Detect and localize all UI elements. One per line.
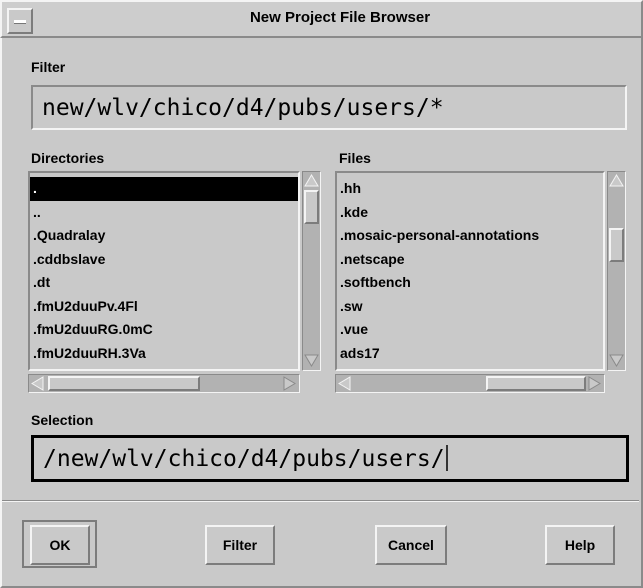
files-vscroll-thumb[interactable] [609, 228, 624, 262]
directories-label: Directories [31, 150, 105, 166]
list-item[interactable]: .netscape [337, 248, 603, 272]
text-cursor [445, 445, 448, 471]
directories-vscroll-thumb[interactable] [304, 190, 319, 224]
arrow-up-icon[interactable] [609, 173, 624, 188]
directories-hscroll-thumb[interactable] [48, 376, 200, 391]
arrow-right-icon[interactable] [587, 376, 602, 391]
arrow-down-icon[interactable] [609, 353, 624, 368]
files-label: Files [339, 150, 371, 166]
separator [2, 500, 639, 502]
filter-label: Filter [31, 59, 66, 75]
filter-input-text: new/wlv/chico/d4/pubs/users/* [42, 95, 444, 121]
list-item[interactable]: .kde [337, 201, 603, 225]
files-list[interactable]: .hh .kde .mosaic-personal-annotations .nets… [335, 171, 605, 371]
list-item[interactable]: .fmU2duuRH.3Va [30, 342, 298, 366]
list-item[interactable]: .dt [30, 271, 298, 295]
arrow-left-icon[interactable] [30, 376, 45, 391]
files-vertical-scrollbar[interactable] [607, 171, 626, 371]
list-item[interactable]: .sw [337, 295, 603, 319]
help-button[interactable]: Help [545, 525, 615, 565]
directories-vertical-scrollbar[interactable] [302, 171, 321, 371]
directories-list[interactable]: ... .Quadralay .cddbslave .dt .fmU2duuPv.4Fl… [28, 171, 300, 371]
filter-input[interactable]: new/wlv/chico/d4/pubs/users/* [31, 85, 627, 130]
list-item[interactable]: .Quadralay [30, 224, 298, 248]
title-bar[interactable]: New Project File Browser [0, 0, 643, 38]
files-horizontal-scrollbar[interactable] [335, 374, 605, 393]
arrow-right-icon[interactable] [282, 376, 297, 391]
list-item[interactable]: .mosaic-personal-annotations [337, 224, 603, 248]
list-item[interactable]: .fmU2duuRG.0mC [30, 318, 298, 342]
list-item[interactable]: .hh [337, 177, 603, 201]
list-item[interactable]: .vue [337, 318, 603, 342]
selection-label: Selection [31, 412, 94, 428]
list-item[interactable]: .fmU2duuPv.4Fl [30, 295, 298, 319]
selection-input-text: /new/wlv/chico/d4/pubs/users/ [43, 446, 445, 472]
cancel-button[interactable]: Cancel [375, 525, 447, 565]
list-item[interactable]: ads17 [337, 342, 603, 366]
ok-button[interactable]: OK [30, 525, 90, 565]
arrow-down-icon[interactable] [304, 353, 319, 368]
selection-input[interactable]: /new/wlv/chico/d4/pubs/users/ [31, 435, 629, 482]
arrow-up-icon[interactable] [304, 173, 319, 188]
window-title: New Project File Browser [249, 9, 431, 26]
list-item[interactable]: . [30, 177, 298, 201]
directories-horizontal-scrollbar[interactable] [28, 374, 300, 393]
list-item[interactable]: .. [30, 201, 298, 225]
window-menu-icon[interactable] [7, 8, 33, 34]
filter-button[interactable]: Filter [205, 525, 275, 565]
list-item[interactable]: .cddbslave [30, 248, 298, 272]
arrow-left-icon[interactable] [337, 376, 352, 391]
list-item[interactable]: .softbench [337, 271, 603, 295]
files-hscroll-thumb[interactable] [486, 376, 586, 391]
